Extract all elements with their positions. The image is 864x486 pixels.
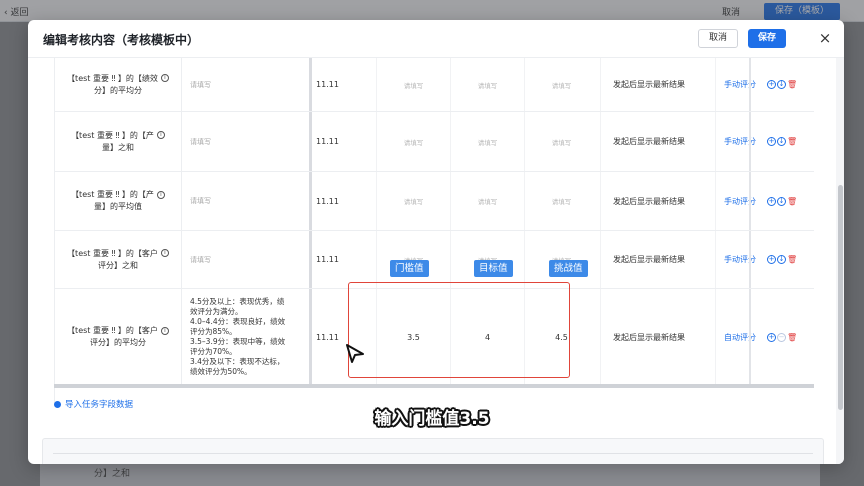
column-divider: [749, 289, 751, 385]
result-text: 发起后显示最新结果: [600, 172, 715, 230]
video-caption: 输入门槛值3.5: [374, 409, 490, 429]
result-text: 发起后显示最新结果: [600, 112, 715, 171]
close-icon[interactable]: ×: [816, 29, 834, 47]
move-down-icon[interactable]: ↓: [777, 137, 786, 146]
add-icon[interactable]: +: [767, 332, 776, 342]
vertical-scrollbar-thumb[interactable]: [838, 185, 843, 410]
row-actions: + − 🗑: [761, 289, 814, 385]
weight-value: 11.11: [316, 80, 339, 89]
indicator-name: 【test 重要 ‼ 】的【客户 i 评分】的平均分: [55, 289, 181, 385]
next-section-card: [42, 438, 824, 464]
row-actions: + ↓ 🗑: [761, 58, 814, 111]
scoring-mode-link[interactable]: 手动评分: [715, 231, 761, 288]
info-icon[interactable]: i: [160, 249, 169, 257]
scoring-mode-link[interactable]: 手动评分: [715, 112, 761, 171]
add-icon[interactable]: +: [767, 80, 776, 89]
add-icon[interactable]: +: [767, 137, 776, 146]
challenge-input[interactable]: 请填写: [524, 112, 598, 171]
result-text: 发起后显示最新结果: [600, 289, 715, 385]
weight-value: 11.11: [316, 255, 339, 264]
column-divider: [749, 112, 751, 171]
table-row: 【test 重要 ‼ 】的【产 i 量】之和 请填写 11.11 请填写 请填写 请…: [55, 112, 814, 172]
trash-icon[interactable]: 🗑: [787, 80, 797, 89]
column-divider: [749, 58, 751, 111]
target-tag: 目标值: [474, 260, 513, 277]
move-down-icon[interactable]: ↓: [777, 80, 786, 89]
move-down-icon[interactable]: ↓: [777, 196, 786, 206]
threshold-input[interactable]: 请填写: [376, 58, 450, 111]
description-input[interactable]: 请填写: [181, 112, 309, 171]
target-input[interactable]: 请填写: [450, 112, 524, 171]
row-actions: + ↓ 🗑: [761, 172, 814, 230]
table-row: 【test 重要 ‼ 】的【客户i评分】之和 请填写 11.11 请填写 请填写…: [55, 231, 814, 289]
column-divider: [749, 231, 751, 288]
indicator-name: 【test 重要 ‼ 】的【产 i 量】的平均值: [55, 172, 181, 230]
challenge-tag: 挑战值: [549, 260, 588, 277]
threshold-input[interactable]: 请填写: [376, 172, 450, 230]
trash-icon[interactable]: 🗑: [787, 197, 797, 206]
info-icon[interactable]: i: [160, 326, 169, 335]
result-text: 发起后显示最新结果: [600, 58, 715, 111]
modal-header: 编辑考核内容（考核模板中） 取消 保存 ×: [28, 20, 844, 58]
scoring-mode-link[interactable]: 手动评分: [715, 58, 761, 111]
result-text: 发起后显示最新结果: [600, 231, 715, 288]
target-input[interactable]: 请填写: [450, 172, 524, 230]
save-button[interactable]: 保存: [748, 29, 786, 48]
challenge-input[interactable]: 请填写: [524, 172, 598, 230]
cancel-button[interactable]: 取消: [698, 29, 738, 48]
indicator-name: 【test 重要 ‼ 】的【客户 i 评分】之和: [55, 231, 181, 288]
move-down-icon[interactable]: −: [777, 332, 786, 342]
indicator-name: 【test 重要 ‼ 】的【产 i 量】之和: [55, 112, 181, 171]
highlight-box: [348, 282, 570, 378]
column-divider: [749, 172, 751, 230]
row-actions: + ↓ 🗑: [761, 112, 814, 171]
scoring-mode-link[interactable]: 手动评分: [715, 172, 761, 230]
modal-title: 编辑考核内容（考核模板中）: [43, 33, 200, 47]
add-icon[interactable]: +: [767, 255, 776, 264]
row-actions: + ↓ 🗑: [761, 231, 814, 288]
trash-icon[interactable]: 🗑: [787, 333, 797, 342]
info-icon[interactable]: i: [160, 74, 169, 82]
description-input[interactable]: 请填写: [181, 231, 309, 288]
weight-value: 11.11: [316, 196, 339, 206]
description-input[interactable]: 请填写: [181, 172, 309, 230]
table-row: 【test 重要 ‼ 】的【绩效 i 分】的平均分 请填写 11.11 请填写 请填…: [55, 58, 814, 112]
add-icon[interactable]: +: [767, 196, 776, 206]
trash-icon[interactable]: 🗑: [787, 255, 797, 264]
horizontal-scrollbar[interactable]: [54, 384, 814, 388]
scoring-mode-link[interactable]: 自动评分: [715, 289, 761, 385]
indicator-name: 【test 重要 ‼ 】的【绩效 i 分】的平均分: [55, 58, 181, 111]
description-input[interactable]: 4.5分及以上：表现优秀，绩 效评分为满分。 4.0–4.4分：表现良好，绩效 …: [181, 289, 309, 385]
threshold-tag: 门槛值: [390, 260, 429, 277]
threshold-input[interactable]: 请填写: [376, 112, 450, 171]
info-icon[interactable]: i: [156, 190, 165, 199]
weight-value: 11.11: [316, 137, 339, 146]
trash-icon[interactable]: 🗑: [787, 137, 797, 146]
description-input[interactable]: 请填写: [181, 58, 309, 111]
cursor-icon: [346, 344, 364, 363]
info-icon[interactable]: i: [156, 131, 165, 139]
target-input[interactable]: 请填写: [450, 58, 524, 111]
edit-assessment-modal: 编辑考核内容（考核模板中） 取消 保存 × 【test 重要 ‼ 】的【绩效 i 分…: [28, 20, 844, 464]
challenge-input[interactable]: 请填写: [524, 58, 598, 111]
table-row: 【test 重要 ‼ 】的【产 i 量】的平均值 请填写 11.11 请填写 请填写…: [55, 172, 814, 231]
move-down-icon[interactable]: ↓: [777, 255, 786, 264]
